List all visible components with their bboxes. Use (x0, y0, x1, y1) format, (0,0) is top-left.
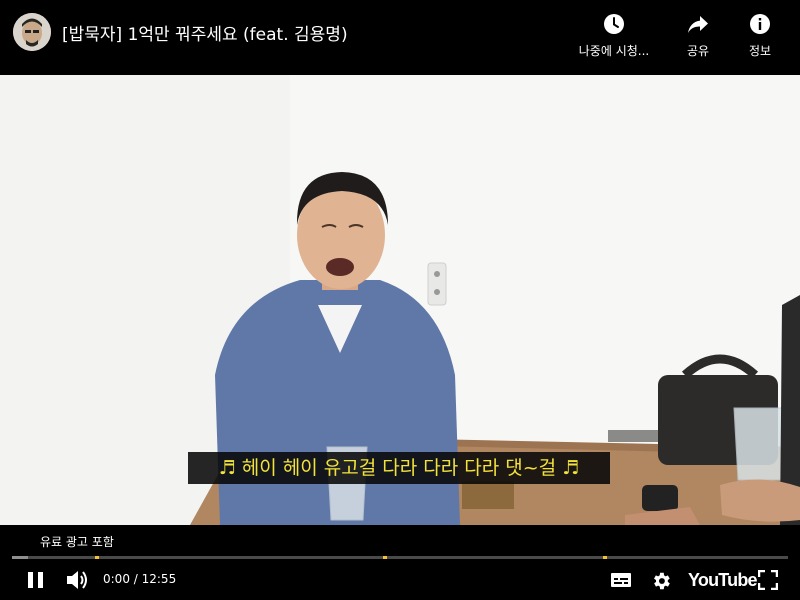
progress-bar[interactable] (12, 556, 788, 559)
pause-button[interactable] (26, 570, 46, 594)
settings-button[interactable] (650, 570, 672, 596)
subtitle-caption: ♬ 헤이 헤이 유고걸 다라 다라 다라 댓~걸 ♬ (188, 452, 610, 484)
avatar-illustration (13, 13, 51, 51)
ad-marker (603, 556, 607, 559)
settings-gear-icon (654, 572, 670, 590)
watch-later-label: 나중에 시청... (578, 44, 650, 58)
watch-later-button[interactable]: 나중에 시청... (572, 12, 656, 59)
share-button[interactable]: 공유 (680, 12, 716, 59)
subtitles-button[interactable] (610, 572, 632, 592)
info-button[interactable]: 정보 (742, 12, 778, 59)
video-title[interactable]: [밥묵자] 1억만 꿔주세요 (feat. 김용명) (62, 20, 348, 45)
subtitles-icon (611, 573, 631, 587)
pause-icon (28, 572, 43, 588)
player-controls-bar: 유료 광고 포함 0:00 / 12:55 YouTube (0, 525, 800, 600)
progress-buffered (12, 556, 28, 559)
paid-promotion-label: 유료 광고 포함 (40, 535, 114, 549)
volume-icon (67, 571, 87, 589)
ad-marker (95, 556, 99, 559)
share-label: 공유 (686, 44, 710, 58)
youtube-logo[interactable]: YouTube (688, 570, 758, 591)
fullscreen-icon (757, 569, 779, 591)
time-display: 0:00 / 12:55 (103, 572, 177, 586)
top-bar: [밥묵자] 1억만 꿔주세요 (feat. 김용명) 나중에 시청... 공유 … (0, 0, 800, 75)
ad-marker (383, 556, 387, 559)
volume-button[interactable] (66, 569, 90, 595)
info-icon (750, 14, 770, 34)
info-label: 정보 (748, 44, 772, 58)
channel-avatar[interactable] (13, 13, 51, 51)
fullscreen-button[interactable] (757, 569, 779, 594)
share-arrow-icon (688, 16, 708, 33)
clock-icon (604, 14, 624, 34)
